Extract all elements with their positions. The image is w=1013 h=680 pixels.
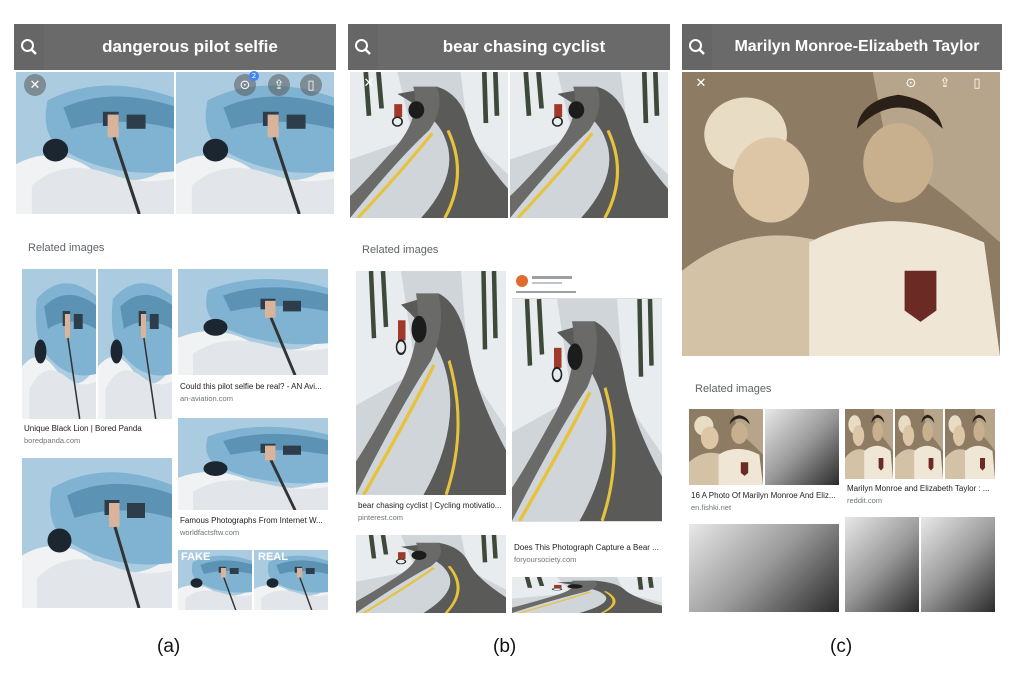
result-thumbnail[interactable] — [178, 418, 328, 510]
results-panel-a: dangerous pilot selfie ✕ ⊙ 2 ⇪ ▯ Related … — [14, 24, 336, 616]
post-meta — [516, 291, 576, 293]
result-source: en.fishki.net — [691, 503, 732, 512]
results-panel-c: Marilyn Monroe-Elizabeth Taylor ✕ ⊙ ⇪ ▯ … — [682, 24, 1002, 616]
thumbnail-part — [765, 409, 839, 485]
search-query[interactable]: bear chasing cyclist — [378, 24, 670, 70]
thumbnail-image — [512, 299, 662, 521]
preview-image-left — [350, 72, 508, 218]
result-thumbnail[interactable] — [356, 271, 506, 495]
result-source: an-aviation.com — [180, 394, 233, 403]
post-meta — [532, 276, 572, 279]
thumbnail-image — [178, 269, 328, 375]
thumbnail-part — [98, 269, 172, 419]
related-images-heading: Related images — [28, 242, 105, 254]
result-source: foryoursociety.com — [514, 555, 577, 564]
result-thumbnail[interactable] — [512, 577, 662, 613]
close-icon[interactable]: ✕ — [358, 72, 380, 94]
search-bar[interactable]: bear chasing cyclist — [348, 24, 670, 70]
post-footer — [512, 521, 662, 535]
post-header — [512, 271, 662, 299]
thumbnail-part — [945, 409, 995, 479]
thumbnail-part — [689, 409, 763, 485]
result-thumbnail[interactable] — [689, 524, 839, 612]
result-source: pinterest.com — [358, 513, 404, 522]
bookmark-icon[interactable]: ▯ — [300, 74, 322, 96]
result-thumbnail[interactable] — [22, 269, 172, 419]
result-caption[interactable]: Famous Photographs From Internet W... — [180, 516, 332, 525]
notification-badge: 2 — [249, 71, 259, 81]
panel-label-b: (b) — [493, 636, 517, 657]
search-bar[interactable]: dangerous pilot selfie — [14, 24, 336, 70]
panel-label-a: (a) — [157, 636, 181, 657]
result-thumbnail[interactable] — [512, 271, 662, 535]
result-caption[interactable]: 16 A Photo Of Marilyn Monroe And Eliz... — [691, 491, 841, 500]
result-caption[interactable]: Could this pilot selfie be real? - AN Av… — [180, 382, 332, 391]
thumbnail-image — [356, 535, 506, 613]
result-thumbnail[interactable] — [689, 409, 839, 485]
result-thumbnail[interactable] — [845, 517, 995, 612]
result-thumbnail[interactable] — [22, 458, 172, 608]
thumbnail-image — [356, 271, 506, 495]
thumbnail-part — [845, 517, 919, 612]
search-bar[interactable]: Marilyn Monroe-Elizabeth Taylor — [682, 24, 1002, 70]
preview-image[interactable]: ✕ ⊙ 2 ⇪ ▯ — [16, 71, 334, 214]
result-caption[interactable]: bear chasing cyclist | Cycling motivatio… — [358, 501, 508, 510]
related-images-heading: Related images — [695, 383, 772, 395]
results-panel-b: bear chasing cyclist ✕ Related images be… — [348, 24, 670, 616]
thumbnail-image — [512, 577, 662, 613]
result-caption[interactable]: Marilyn Monroe and Elizabeth Taylor : ..… — [847, 484, 999, 493]
result-caption[interactable]: Unique Black Lion | Bored Panda — [24, 424, 174, 433]
result-source: reddit.com — [847, 496, 883, 505]
thumbnail-part — [921, 517, 995, 612]
fake-label: FAKE — [181, 551, 211, 563]
lens-icon[interactable]: ⊙ 2 — [234, 71, 259, 96]
search-icon[interactable] — [682, 24, 712, 70]
close-icon[interactable]: ✕ — [690, 72, 712, 94]
preview-image-full — [682, 72, 1000, 356]
post-meta — [532, 282, 562, 284]
search-query[interactable]: Marilyn Monroe-Elizabeth Taylor — [712, 24, 1002, 70]
bookmark-icon[interactable]: ▯ — [966, 72, 988, 94]
panel-label-c: (c) — [830, 636, 853, 657]
preview-image[interactable]: ✕ — [350, 72, 668, 218]
thumbnail-part — [22, 269, 96, 419]
thumbnail-part — [845, 409, 893, 479]
search-query[interactable]: dangerous pilot selfie — [44, 24, 336, 70]
related-images-heading: Related images — [362, 244, 439, 256]
result-thumbnail[interactable]: FAKE REAL — [178, 550, 328, 610]
preview-image[interactable]: ✕ ⊙ ⇪ ▯ — [682, 72, 1000, 356]
result-source: worldfactsftw.com — [180, 528, 240, 537]
share-icon[interactable]: ⇪ — [268, 74, 290, 96]
search-icon[interactable] — [14, 24, 44, 70]
search-icon[interactable] — [348, 24, 378, 70]
lens-icon[interactable]: ⊙ — [900, 72, 922, 94]
result-thumbnail[interactable] — [845, 409, 995, 479]
close-icon[interactable]: ✕ — [24, 74, 46, 96]
share-icon[interactable]: ⇪ — [934, 72, 956, 94]
preview-image-right — [510, 72, 668, 218]
result-caption[interactable]: Does This Photograph Capture a Bear ... — [514, 543, 666, 552]
thumbnail-image — [22, 458, 172, 608]
real-label: REAL — [258, 551, 288, 563]
result-thumbnail[interactable] — [178, 269, 328, 375]
result-source: boredpanda.com — [24, 436, 81, 445]
avatar — [516, 275, 528, 287]
result-thumbnail[interactable] — [356, 535, 506, 613]
thumbnail-image — [178, 418, 328, 510]
thumbnail-part — [895, 409, 943, 479]
